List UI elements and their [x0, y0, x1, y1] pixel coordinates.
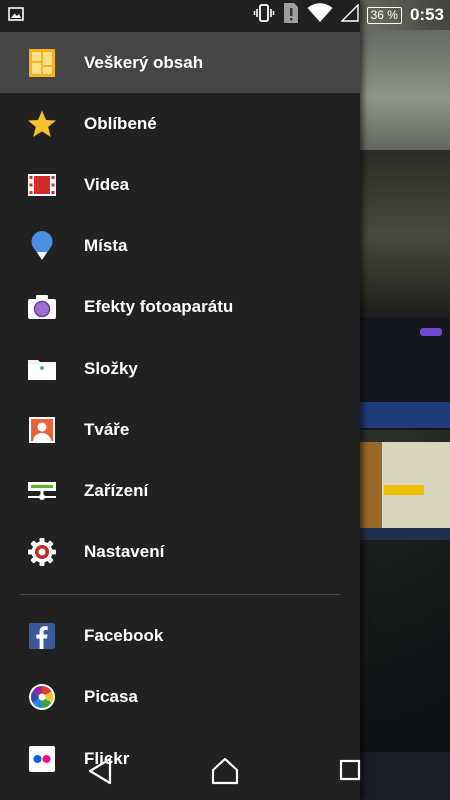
folder-icon	[26, 353, 58, 385]
drawer-item-label: Efekty fotoaparátu	[84, 297, 234, 317]
facebook-icon	[26, 620, 58, 652]
drawer-item-settings[interactable]: Nastavení	[0, 522, 360, 583]
clock: 0:53	[409, 5, 444, 24]
battery-indicator: 36 %	[366, 6, 402, 24]
gear-icon	[26, 536, 58, 568]
drawer-item-devices[interactable]: Zařízení	[0, 460, 360, 521]
drawer-item-label: Veškerý obsah	[84, 52, 204, 72]
drawer-item-faces[interactable]: Tváře	[0, 399, 360, 460]
drawer-item-label: Videa	[84, 174, 130, 194]
navigation-drawer: Veškerý obsah Oblíbené Videa Místa Efekt…	[0, 0, 360, 800]
film-icon	[26, 169, 58, 201]
map-pin-icon	[26, 230, 58, 262]
device-icon	[26, 475, 58, 507]
signal-icon	[339, 2, 359, 27]
all-content-icon	[26, 47, 58, 79]
drawer-item-label: Zařízení	[84, 480, 149, 500]
star-icon	[26, 108, 58, 140]
face-icon	[26, 414, 58, 446]
drawer-item-videos[interactable]: Videa	[0, 154, 360, 215]
drawer-item-label: Picasa	[84, 687, 138, 707]
home-icon[interactable]	[210, 756, 240, 786]
camera-icon	[26, 291, 58, 323]
vibrate-icon	[253, 3, 275, 27]
drawer-item-facebook[interactable]: Facebook	[0, 606, 360, 667]
drawer-item-all-content[interactable]: Veškerý obsah	[0, 32, 360, 94]
drawer-divider	[20, 593, 340, 595]
drawer-item-camera-effects[interactable]: Efekty fotoaparátu	[0, 277, 360, 338]
image-notification-icon	[8, 6, 24, 27]
picasa-icon	[26, 681, 58, 713]
background-content	[360, 30, 450, 800]
drawer-item-label: Složky	[84, 358, 138, 378]
system-nav-bar	[0, 730, 450, 800]
drawer-menu: Veškerý obsah Oblíbené Videa Místa Efekt…	[0, 32, 360, 789]
drawer-item-picasa[interactable]: Picasa	[0, 667, 360, 728]
wifi-icon	[307, 2, 333, 28]
drawer-item-label: Facebook	[84, 626, 164, 646]
drawer-item-label: Oblíbené	[84, 113, 157, 133]
drawer-item-folders[interactable]: Složky	[0, 338, 360, 399]
recent-apps-icon[interactable]	[338, 756, 368, 786]
drawer-item-label: Tváře	[84, 419, 130, 439]
drawer-item-label: Místa	[84, 236, 128, 256]
drawer-item-favorites[interactable]: Oblíbené	[0, 93, 360, 154]
drawer-item-places[interactable]: Místa	[0, 216, 360, 277]
sim-alert-icon	[283, 2, 299, 29]
back-icon[interactable]	[87, 756, 117, 786]
status-bar: 36 % 0:53	[0, 0, 450, 30]
drawer-item-label: Nastavení	[84, 542, 165, 562]
